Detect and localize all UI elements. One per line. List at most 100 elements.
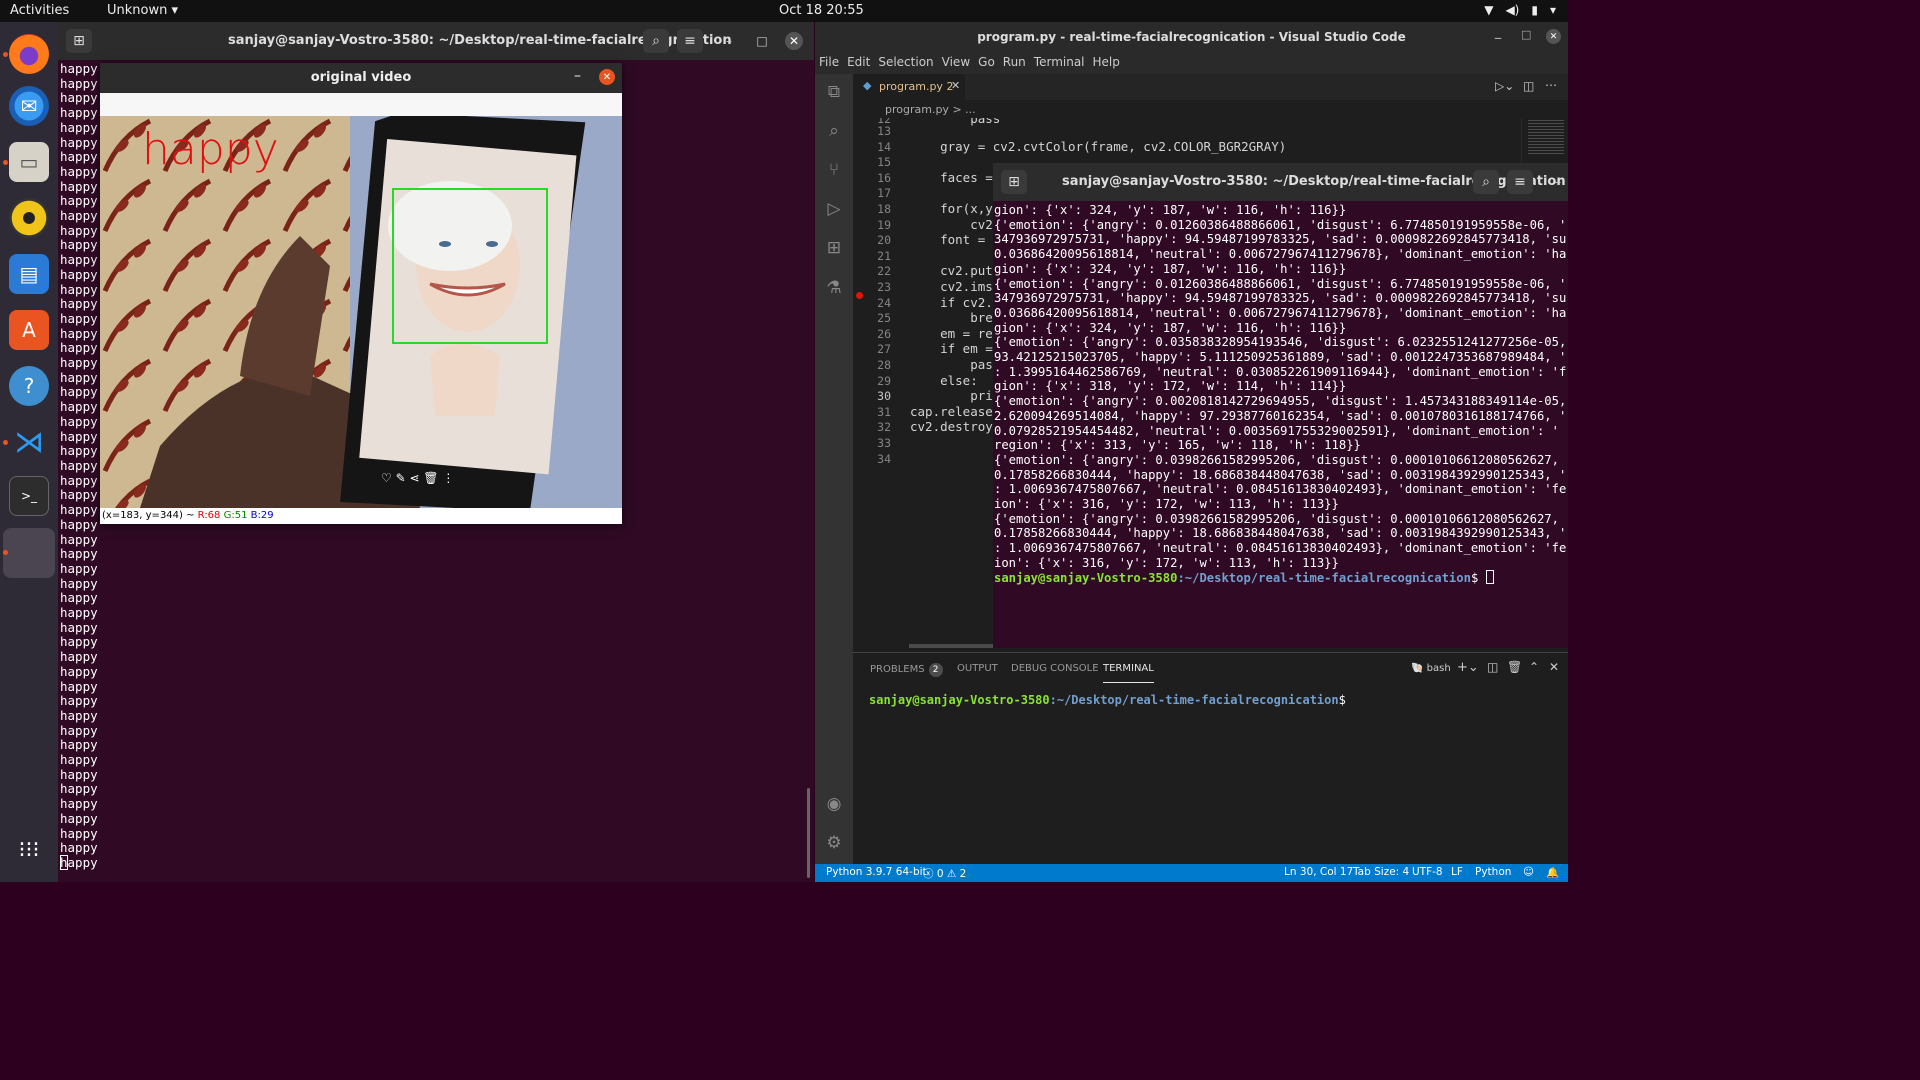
panel-terminal-prompt[interactable]: sanjay@sanjay-Vostro-3580:~/Desktop/real… [869, 693, 1346, 707]
menu-item-file[interactable]: File [815, 52, 843, 74]
minimize-icon[interactable]: – [1549, 173, 1567, 191]
menu-icon[interactable]: ≡ [1507, 170, 1533, 194]
menu-item-edit[interactable]: Edit [843, 52, 874, 74]
source-control-icon[interactable]: ⑂ [822, 158, 846, 182]
new-tab-icon[interactable]: ⊞ [66, 29, 92, 53]
video-frame[interactable]: ♡ ✎ ⋖ 🗑 ⋮ happy [100, 116, 622, 508]
shell-icon: 🐚 [1411, 663, 1424, 674]
menu-item-run[interactable]: Run [999, 52, 1030, 74]
feedback-icon[interactable]: ☺ [1523, 866, 1534, 878]
minimize-icon[interactable]: – [720, 32, 738, 50]
terminal-line: happy [60, 693, 98, 709]
tab-problems[interactable]: PROBLEMS 2 [870, 663, 943, 677]
terminal-line: happy [60, 810, 98, 826]
software-icon[interactable]: A [9, 310, 49, 350]
writer-icon[interactable]: ▤ [9, 254, 49, 294]
thunderbird-icon[interactable]: ✉ [9, 86, 49, 126]
new-tab-icon[interactable]: ⊞ [1001, 170, 1027, 194]
clock[interactable]: Oct 18 20:55 [779, 3, 864, 18]
new-terminal-icon[interactable]: +⌄ [1457, 660, 1479, 675]
close-icon[interactable]: ✕ [1546, 29, 1561, 44]
problems-status[interactable]: ⓧ 0 ⚠ 2 [923, 866, 966, 881]
rhythmbox-icon[interactable] [9, 198, 49, 238]
terminal-line: happy [60, 163, 98, 179]
log-line: 347936972975731, 'happy': 94.59487199783… [994, 232, 1567, 247]
menu-item-help[interactable]: Help [1089, 52, 1124, 74]
video-toolbar [100, 93, 622, 116]
run-debug-icon[interactable]: ▷ [822, 197, 846, 221]
minimize-icon[interactable]: – [1494, 28, 1502, 47]
battery-icon: ▮ [1531, 3, 1538, 17]
video-window-icon[interactable] [3, 528, 55, 578]
menu-item-selection[interactable]: Selection [874, 52, 937, 74]
maximize-icon[interactable]: □ [1521, 28, 1531, 41]
menu-item-terminal[interactable]: Terminal [1030, 52, 1089, 74]
shell-label: bash [1426, 663, 1451, 674]
bell-icon[interactable]: 🔔 [1546, 866, 1559, 879]
eol[interactable]: LF [1451, 866, 1463, 878]
close-icon[interactable]: ✕ [951, 79, 960, 92]
terminal-line: happy [60, 531, 98, 547]
tab-size[interactable]: Tab Size: 4 [1353, 866, 1409, 878]
terminal-icon[interactable]: >_ [9, 476, 49, 516]
explorer-icon[interactable]: ⧉ [822, 80, 846, 104]
app-menu[interactable]: Unknown ▾ [107, 3, 178, 18]
menu-item-view[interactable]: View [938, 52, 974, 74]
terminal-shell-selector[interactable]: 🐚 bash [1411, 663, 1451, 674]
tab-problems-label: PROBLEMS [870, 664, 925, 675]
terminal-line: happy [60, 222, 98, 238]
overlay-terminal-window[interactable]: ⊞ sanjay@sanjay-Vostro-3580: ~/Desktop/r… [993, 163, 1568, 648]
account-icon[interactable]: ◉ [822, 792, 846, 816]
apps-grid-icon[interactable]: ⁝⁝⁝ [9, 830, 49, 870]
gear-icon[interactable]: ⚙ [822, 831, 846, 855]
search-icon[interactable]: ⌕ [643, 29, 669, 53]
maximize-icon[interactable]: □ [753, 32, 771, 50]
language-mode[interactable]: Python [1475, 866, 1511, 878]
breadcrumb[interactable]: program.py > ... [853, 100, 1568, 118]
run-icon[interactable]: ▷⌄ [1495, 79, 1514, 93]
tab-debug-console[interactable]: DEBUG CONSOLE [1011, 663, 1099, 674]
menu-item-go[interactable]: Go [974, 52, 999, 74]
close-panel-icon[interactable]: ✕ [1549, 660, 1559, 674]
prompt-path: :~/Desktop/real-time-facialrecognication [1049, 693, 1339, 707]
close-icon[interactable]: ✕ [785, 32, 803, 50]
help-icon[interactable]: ? [9, 366, 49, 406]
breakpoint-icon[interactable] [856, 292, 863, 299]
split-editor-icon[interactable]: ◫ [1523, 79, 1534, 93]
vscode-icon[interactable]: ⋊ [9, 422, 49, 462]
encoding[interactable]: UTF-8 [1412, 866, 1443, 878]
close-icon[interactable]: ✕ [599, 69, 615, 85]
trash-icon[interactable]: 🗑 [1507, 660, 1522, 674]
maximize-panel-icon[interactable]: ⌃ [1529, 660, 1539, 674]
tab-terminal[interactable]: TERMINAL [1103, 663, 1154, 683]
log-line: : 1.3995164462586769, 'neutral': 0.03085… [994, 364, 1567, 379]
search-icon[interactable]: ⌕ [1473, 170, 1499, 194]
testing-icon[interactable]: ⚗ [822, 276, 846, 300]
system-tray[interactable]: ▼ ◀) ▮ ▾ [1484, 3, 1556, 17]
log-line: 347936972975731, 'happy': 94.59487199783… [994, 291, 1567, 306]
terminal-line: happy [60, 428, 98, 444]
tab-program-py[interactable]: ◆ program.py 2 ✕ [853, 74, 965, 100]
minimize-icon[interactable]: – [574, 68, 581, 84]
firefox-icon[interactable] [9, 34, 49, 74]
line-number: 20 [877, 233, 891, 248]
menu-icon[interactable]: ≡ [677, 29, 703, 53]
vscode-titlebar: program.py - real-time-facialrecognicati… [815, 22, 1568, 52]
log-line: {'emotion': {'angry': 0.0398266158299520… [994, 511, 1559, 526]
more-icon[interactable]: ⋯ [1545, 78, 1557, 92]
overlay-terminal-prompt[interactable]: sanjay@sanjay-Vostro-3580:~/Desktop/real… [994, 570, 1494, 585]
files-icon[interactable]: ▭ [9, 142, 49, 182]
terminal-line: happy [60, 237, 98, 253]
split-terminal-icon[interactable]: ◫ [1487, 660, 1498, 674]
log-line: {'emotion': {'angry': 0.0398266158299520… [994, 452, 1559, 467]
tab-output[interactable]: OUTPUT [957, 663, 998, 674]
app-menu-label: Unknown [107, 3, 168, 18]
cursor-position[interactable]: Ln 30, Col 17 [1284, 866, 1353, 878]
python-interpreter[interactable]: Python 3.9.7 64-bit [826, 866, 927, 878]
extensions-icon[interactable]: ⊞ [822, 236, 846, 260]
video-window[interactable]: original video – ✕ ♡ ✎ ⋖ 🗑 ⋮ happy (x=18… [100, 63, 622, 524]
terminal-line: happy [60, 472, 98, 488]
scrollbar[interactable] [807, 788, 810, 878]
activities-button[interactable]: Activities [10, 3, 69, 18]
search-icon[interactable]: ⌕ [822, 119, 846, 143]
